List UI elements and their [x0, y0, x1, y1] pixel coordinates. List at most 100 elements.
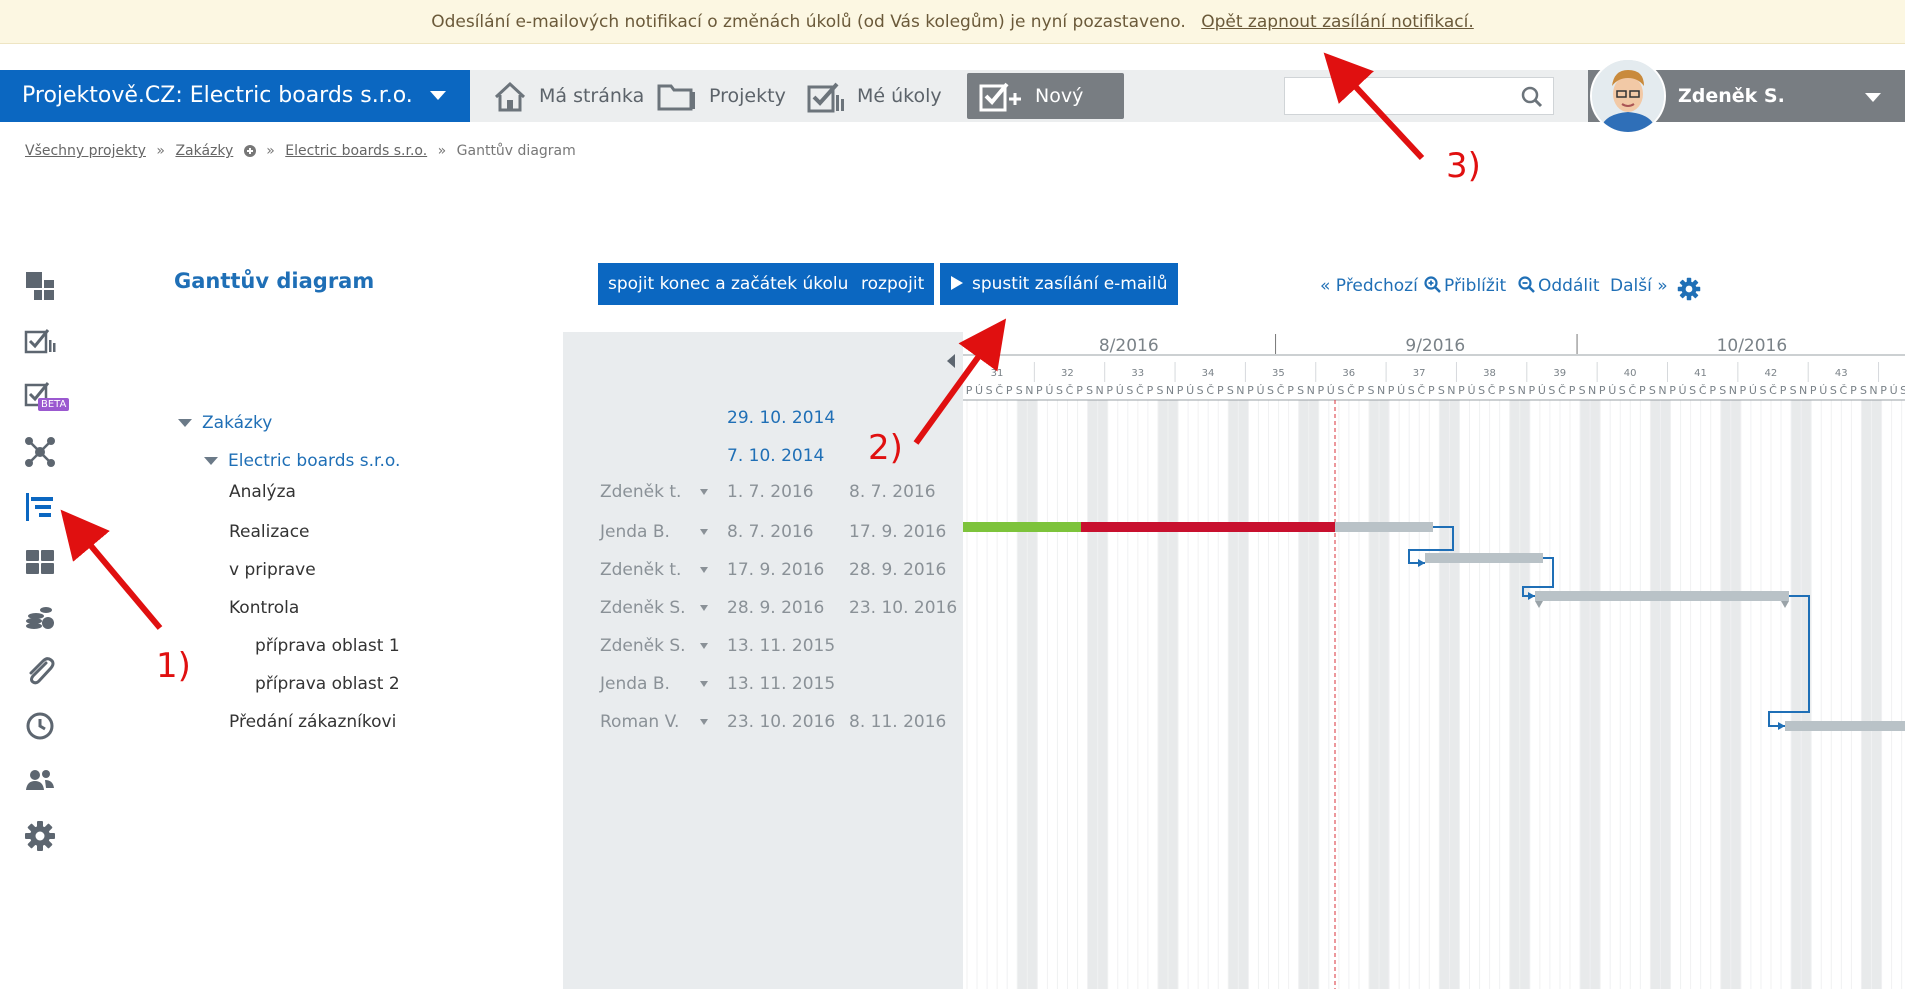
assignee-dropdown-caret-icon[interactable]: [700, 643, 708, 649]
zoom-in-link[interactable]: Přiblížit: [1424, 276, 1506, 296]
assignee-dropdown-caret-icon[interactable]: [700, 567, 708, 573]
network-icon[interactable]: [24, 436, 56, 468]
day-letter: N: [1869, 384, 1877, 397]
assignee-dropdown-caret-icon[interactable]: [700, 489, 708, 495]
dashboard-icon[interactable]: [24, 270, 56, 302]
day-letter: Ú: [1608, 384, 1616, 397]
chevron-down-icon: [430, 91, 446, 100]
day-letter: P: [1780, 384, 1787, 397]
assignee-dropdown-caret-icon[interactable]: [700, 529, 708, 535]
caret-down-icon[interactable]: [178, 419, 192, 427]
tree-item-subtask[interactable]: příprava oblast 2: [255, 669, 400, 699]
day-letter: P: [1850, 384, 1857, 397]
tree-item-task[interactable]: Analýza: [229, 477, 296, 507]
breadcrumb-all-projects[interactable]: Všechny projekty: [25, 143, 146, 159]
tree-item-project[interactable]: Electric boards s.r.o.: [204, 446, 400, 476]
tree-item-task[interactable]: Předání zákazníkovi: [229, 707, 396, 737]
day-letter: N: [1588, 384, 1596, 397]
row-assignee[interactable]: Zdeněk t.: [600, 555, 681, 585]
day-letter: S: [1619, 384, 1626, 397]
new-task-button[interactable]: Nový úkol: [967, 73, 1124, 153]
day-letter: Č: [1136, 384, 1144, 397]
day-letter: S: [1689, 384, 1696, 397]
tree-item-task[interactable]: Realizace: [229, 517, 310, 547]
folder-icon: [657, 84, 695, 110]
zoom-out-link[interactable]: Oddálit: [1518, 276, 1600, 296]
row-start-date: 29. 10. 2014: [727, 408, 836, 428]
breadcrumb-orders[interactable]: Zakázky: [175, 143, 233, 159]
week-number: 39: [1553, 368, 1566, 379]
collapse-left-icon[interactable]: [946, 354, 956, 368]
home-icon: [494, 81, 526, 111]
day-letter: N: [1658, 384, 1666, 397]
day-letter: Ú: [1467, 384, 1475, 397]
assignee-dropdown-caret-icon[interactable]: [700, 605, 708, 611]
assignee-dropdown-caret-icon[interactable]: [700, 719, 708, 725]
tree-label[interactable]: Zakázky: [202, 413, 272, 433]
search-icon[interactable]: [1521, 86, 1543, 108]
breadcrumb-project[interactable]: Electric boards s.r.o.: [285, 143, 427, 159]
row-end-date: 23. 10. 2016: [849, 598, 958, 618]
day-letter: Ú: [1045, 384, 1053, 397]
users-icon[interactable]: [24, 764, 56, 796]
attachment-icon[interactable]: [24, 655, 56, 687]
plus-circle-icon[interactable]: [243, 145, 256, 157]
day-letter: Ú: [1538, 384, 1546, 397]
day-letter: Č: [1488, 384, 1496, 397]
task-bar: [1535, 591, 1789, 601]
row-assignee[interactable]: Roman V.: [600, 707, 679, 737]
day-letter: S: [1368, 384, 1375, 397]
gantt-chart[interactable]: 8/2016 9/2016 10/2016 31 32 33 34 35 36 37 38 39 40 4…: [963, 332, 1905, 989]
row-assignee[interactable]: Zdeněk t.: [600, 477, 681, 507]
boards-icon[interactable]: [24, 546, 56, 578]
search-box: [1284, 77, 1554, 115]
tasks-icon[interactable]: [24, 326, 56, 358]
week-number: 40: [1624, 368, 1637, 379]
start-emails-button[interactable]: spustit zasílání e-mailů: [940, 263, 1178, 305]
next-link[interactable]: Další »: [1610, 276, 1668, 296]
gantt-timeline[interactable]: 8/2016 9/2016 10/2016 31 32 33 34 35 36 37 38 39 40 4…: [963, 332, 1905, 989]
project-switcher[interactable]: Projektově.CZ: Electric boards s.r.o.: [0, 70, 470, 122]
search-input[interactable]: [1293, 78, 1513, 114]
day-letter: N: [1447, 384, 1455, 397]
row-assignee[interactable]: Jenda B.: [600, 669, 670, 699]
gantt-icon[interactable]: [24, 491, 56, 523]
avatar[interactable]: [1590, 58, 1666, 134]
clock-icon[interactable]: [24, 710, 56, 742]
beta-badge: BETA: [38, 398, 70, 411]
assignee-dropdown-caret-icon[interactable]: [700, 681, 708, 687]
gear-icon[interactable]: [24, 820, 56, 852]
day-letter: N: [1025, 384, 1033, 397]
link-tasks-button[interactable]: spojit konec a začátek úkolu: [598, 263, 859, 305]
coins-icon[interactable]: [24, 600, 56, 632]
tree-item-orders[interactable]: Zakázky: [178, 408, 272, 438]
caret-down-icon[interactable]: [204, 457, 218, 465]
row-start-date: 17. 9. 2016: [727, 560, 825, 580]
add-task-icon: [979, 82, 1021, 111]
day-letter: P: [1569, 384, 1576, 397]
day-letter: Ú: [1327, 384, 1335, 397]
annotation-arrow-1: [60, 509, 163, 630]
notice-enable-link[interactable]: Opět zapnout zasílání notifikací.: [1201, 12, 1474, 32]
tree-item-task[interactable]: v priprave: [229, 555, 316, 585]
row-end-date: 17. 9. 2016: [849, 522, 947, 542]
nav-projects[interactable]: Projekty: [657, 70, 786, 122]
day-letter: S: [1719, 384, 1726, 397]
breadcrumb-separator: »: [266, 143, 275, 159]
day-letter: Č: [1277, 384, 1285, 397]
previous-link[interactable]: « Předchozí: [1320, 276, 1418, 296]
nav-my-tasks[interactable]: Mé úkoly: [807, 70, 942, 122]
row-assignee[interactable]: Jenda B.: [600, 517, 670, 547]
day-letter: P: [1106, 384, 1113, 397]
day-letter: S: [1830, 384, 1837, 397]
row-assignee[interactable]: Zdeněk S.: [600, 631, 686, 661]
tree-item-task[interactable]: Kontrola: [229, 593, 299, 623]
unlink-button[interactable]: rozpojit: [851, 263, 935, 305]
nav-my-page[interactable]: Má stránka: [493, 70, 644, 122]
gantt-settings-gear-icon[interactable]: [1677, 277, 1701, 301]
tree-label[interactable]: Electric boards s.r.o.: [228, 451, 400, 471]
row-assignee[interactable]: Zdeněk S.: [600, 593, 686, 623]
tree-item-subtask[interactable]: příprava oblast 1: [255, 631, 400, 661]
day-letter: P: [1709, 384, 1716, 397]
week-number: 32: [1061, 368, 1074, 379]
